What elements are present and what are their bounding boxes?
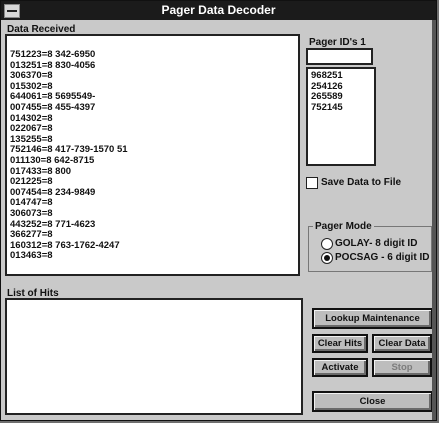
window-right-border [432, 20, 436, 420]
golay-label: GOLAY- 8 digit ID [335, 238, 418, 249]
pocsag-label: POCSAG - 6 digit ID [335, 252, 430, 263]
data-line[interactable]: 011130=8 642-8715 [7, 155, 298, 167]
system-menu-icon[interactable] [4, 4, 20, 18]
pager-id-item[interactable]: 752145 [308, 102, 374, 114]
pager-ids-label: Pager ID's 1 [309, 37, 366, 48]
clear-hits-button[interactable]: Clear Hits [312, 334, 368, 353]
lookup-maintenance-button[interactable]: Lookup Maintenance [312, 308, 433, 329]
stop-button[interactable]: Stop [372, 358, 432, 377]
data-received-listbox[interactable]: 751223=8 342-6950 013251=8 830-4056 306370… [5, 34, 300, 276]
golay-radio[interactable] [321, 238, 333, 250]
clear-data-button[interactable]: Clear Data [372, 334, 432, 353]
data-line[interactable]: 007455=8 455-4397 [7, 102, 298, 114]
title-bar[interactable]: Pager Data Decoder [1, 1, 436, 20]
pocsag-radio[interactable] [321, 252, 333, 264]
data-line[interactable]: 013463=8 [7, 251, 298, 262]
list-of-hits-listbox[interactable] [5, 298, 303, 415]
close-button[interactable]: Close [312, 391, 433, 412]
activate-button[interactable]: Activate [312, 358, 368, 377]
save-data-label: Save Data to File [321, 177, 402, 188]
pager-decoder-window: Pager Data Decoder Data Received 751223=… [0, 0, 437, 421]
pager-mode-label: Pager Mode [313, 221, 374, 232]
pager-id-input[interactable] [306, 48, 373, 65]
save-data-checkbox[interactable] [306, 177, 318, 189]
window-title: Pager Data Decoder [161, 3, 276, 17]
pager-ids-listbox[interactable]: 968251 254126 265589 752145 [306, 67, 376, 166]
data-line[interactable]: 751223=8 342-6950 [7, 49, 298, 61]
pager-id-item[interactable]: 968251 [308, 70, 374, 82]
data-line[interactable]: 306073=8 [7, 208, 298, 220]
